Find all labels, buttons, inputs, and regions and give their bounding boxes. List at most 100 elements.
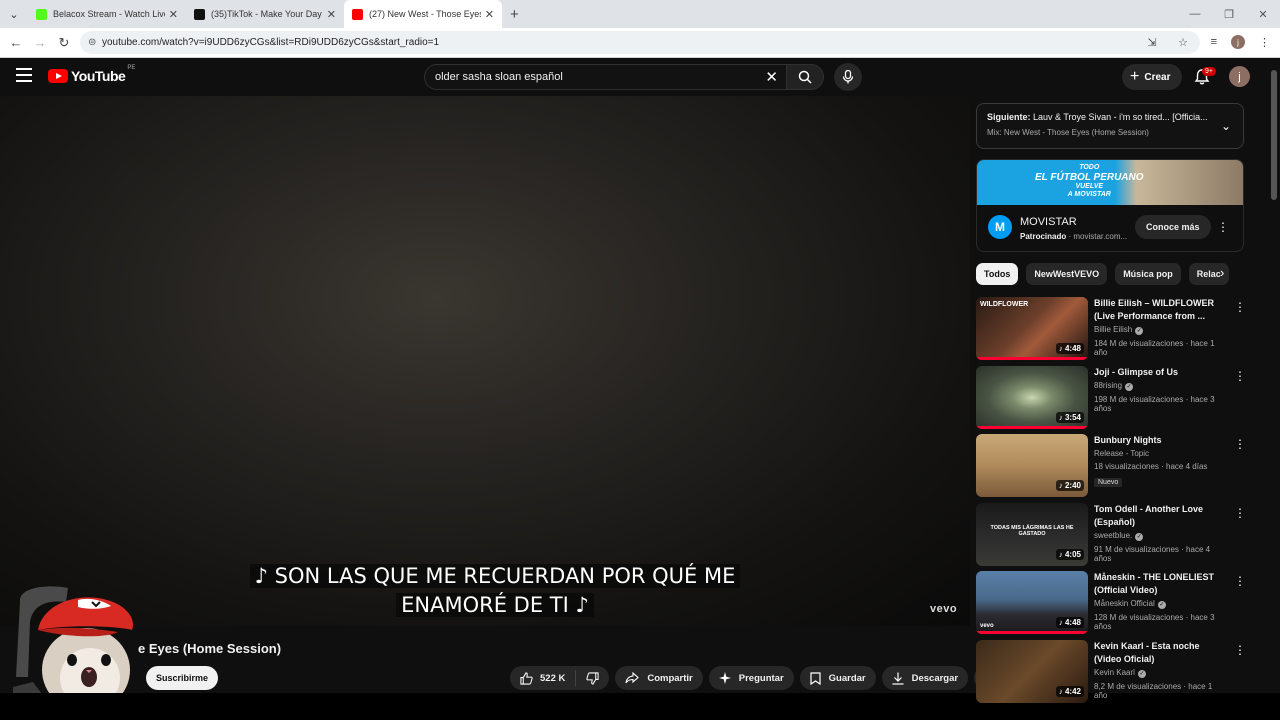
url-field[interactable]: ⊜ youtube.com/watch?v=i9UDD6zyCGs&list=R… <box>80 31 1200 54</box>
subscribe-button[interactable]: Suscribirme <box>146 666 218 690</box>
view-stats: 184 M de visualizaciones · hace 1 año <box>1094 339 1215 357</box>
item-more-icon[interactable]: ⋮ <box>1234 369 1246 383</box>
tab-search-icon[interactable]: ⌄ <box>0 0 28 28</box>
scrollbar-thumb[interactable] <box>1271 70 1277 200</box>
new-tab-icon[interactable]: + <box>510 6 519 23</box>
item-more-icon[interactable]: ⋮ <box>1234 506 1246 520</box>
video-thumbnail[interactable]: TODAS MIS LÁGRIMAS LAS HE GASTADO ♪ 4:05 <box>976 502 1088 566</box>
download-icon <box>892 672 904 685</box>
video-thumbnail[interactable]: ♪ 4:42 <box>976 639 1088 703</box>
site-info-icon[interactable]: ⊜ <box>88 37 102 48</box>
close-tab-icon[interactable]: ✕ <box>327 8 336 21</box>
list-item[interactable]: ♪ 3:54 Joji - Glimpse of Us 88rising ✓ 19… <box>976 365 1246 434</box>
item-more-icon[interactable]: ⋮ <box>1234 437 1246 451</box>
video-meta: Joji - Glimpse of Us 88rising ✓ 198 M de … <box>1094 366 1226 413</box>
minimize-icon[interactable]: — <box>1178 8 1212 20</box>
video-thumbnail[interactable]: ♪ 3:54 <box>976 365 1088 429</box>
like-button[interactable]: 522 K <box>510 670 577 686</box>
menu-icon[interactable] <box>16 68 32 82</box>
youtube-header: YouTube PE older sasha sloan español ✕ +… <box>0 58 1280 96</box>
share-button[interactable]: Compartir <box>615 666 703 690</box>
video-title[interactable]: Kevin Kaarl - Esta noche (Video Oficial) <box>1094 640 1226 666</box>
video-title[interactable]: Bunbury Nights <box>1094 434 1226 447</box>
duration-badge: ♪ 3:54 <box>1055 411 1084 423</box>
voice-search-button[interactable] <box>834 63 862 91</box>
browser-profile-avatar[interactable]: j <box>1231 35 1245 49</box>
youtube-logo[interactable]: YouTube PE <box>48 65 135 84</box>
video-thumbnail[interactable]: WILDFLOWER ♪ 4:48 <box>976 297 1088 360</box>
close-window-icon[interactable]: ✕ <box>1246 8 1280 21</box>
media-queue-icon[interactable]: ≡ <box>1211 36 1217 48</box>
forward-icon[interactable]: → <box>28 35 52 50</box>
ask-label: Preguntar <box>738 672 784 684</box>
browser-tab-kick[interactable]: Belacox Stream - Watch Live on ✕ <box>28 0 186 28</box>
download-button[interactable]: Descargar <box>881 666 969 690</box>
item-more-icon[interactable]: ⋮ <box>1234 574 1246 588</box>
item-more-icon[interactable]: ⋮ <box>1234 300 1246 314</box>
video-meta: Bunbury Nights Release - Topic 18 visual… <box>1094 434 1226 489</box>
ad-more-icon[interactable]: ⋮ <box>1217 220 1229 234</box>
thumbnail-overlay-text: TODAS MIS LÁGRIMAS LAS HE GASTADO <box>990 524 1074 537</box>
list-item[interactable]: vevo ♪ 4:48 Måneskin - THE LONELIEST (Of… <box>976 570 1246 639</box>
list-item[interactable]: ♪ 2:40 Bunbury Nights Release - Topic 18… <box>976 433 1246 502</box>
clear-search-icon[interactable]: ✕ <box>765 68 778 86</box>
list-item[interactable]: ♪ 4:42 Kevin Kaarl - Esta noche (Video O… <box>976 639 1246 708</box>
duration-text: 2:40 <box>1064 481 1081 490</box>
verified-icon: ✓ <box>1125 382 1134 391</box>
account-avatar[interactable]: j <box>1229 66 1250 87</box>
reload-icon[interactable]: ↻ <box>52 35 76 51</box>
duration-text: 4:42 <box>1064 686 1081 696</box>
browser-menu-icon[interactable]: ⋮ <box>1259 36 1270 49</box>
dislike-button[interactable] <box>576 671 609 685</box>
install-app-icon[interactable]: ⇲ <box>1147 36 1156 49</box>
save-label: Guardar <box>828 672 866 684</box>
list-item[interactable]: WILDFLOWER ♪ 4:48 Billie Eilish – WILDFL… <box>976 296 1246 365</box>
duration-badge: ♪ 4:42 <box>1055 685 1084 697</box>
duration-badge: ♪ 4:48 <box>1055 343 1084 354</box>
browser-tab-tiktok[interactable]: (35)TikTok - Make Your Day ✕ <box>186 0 344 28</box>
video-thumbnail[interactable]: vevo ♪ 4:48 <box>976 571 1088 634</box>
channel-line: sweetblue. ✓ <box>1094 531 1226 541</box>
chip-pop-music[interactable]: Música pop <box>1115 263 1181 285</box>
channel-name[interactable]: Kevin Kaarl <box>1094 668 1135 677</box>
video-title[interactable]: Billie Eilish – WILDFLOWER (Live Perform… <box>1094 297 1226 323</box>
bookmark-star-icon[interactable]: ☆ <box>1178 36 1188 49</box>
chevron-right-icon[interactable]: › <box>1220 265 1224 280</box>
sponsored-ad[interactable]: TODO EL FÚTBOL PERUANO VUELVE A MOVISTAR… <box>976 159 1244 252</box>
channel-name[interactable]: sweetblue. <box>1094 531 1132 540</box>
channel-name[interactable]: Release - Topic <box>1094 449 1149 458</box>
ad-brand: MOVISTAR <box>1020 216 1077 228</box>
page-scrollbar[interactable] <box>1270 70 1278 693</box>
video-thumbnail[interactable]: ♪ 2:40 <box>976 434 1088 497</box>
video-title[interactable]: Tom Odell - Another Love (Español) <box>1094 503 1226 529</box>
save-button[interactable]: Guardar <box>799 666 876 690</box>
channel-name[interactable]: 88rising <box>1094 381 1122 390</box>
chip-all[interactable]: Todos <box>976 263 1019 285</box>
browser-tab-youtube[interactable]: (27) New West - Those Eyes (Ho ✕ <box>344 0 502 28</box>
banner-line-1: TODO <box>1079 164 1100 171</box>
video-title[interactable]: Måneskin - THE LONELIEST (Official Video… <box>1094 571 1226 597</box>
back-icon[interactable]: ← <box>4 35 28 50</box>
like-dislike-group: 522 K <box>510 666 610 690</box>
video-player[interactable]: ♪ SON LAS QUE ME RECUERDAN POR QUÉ ME EN… <box>0 96 970 626</box>
restore-icon[interactable]: ❐ <box>1212 8 1246 21</box>
banner-line-2: EL FÚTBOL PERUANO <box>1035 172 1144 183</box>
ask-button[interactable]: Preguntar <box>708 666 794 690</box>
ad-cta-button[interactable]: Conoce más <box>1135 215 1211 239</box>
video-title[interactable]: Joji - Glimpse of Us <box>1094 366 1226 379</box>
close-tab-icon[interactable]: ✕ <box>169 8 178 21</box>
ad-banner-text: TODO EL FÚTBOL PERUANO VUELVE A MOVISTAR <box>1035 164 1144 199</box>
chevron-down-icon[interactable]: ⌄ <box>1221 119 1231 133</box>
up-next-card[interactable]: Siguiente: Lauv & Troye Sivan - i'm so t… <box>976 103 1244 149</box>
close-tab-icon[interactable]: ✕ <box>485 8 494 21</box>
chip-newwestvevo[interactable]: NewWestVEVO <box>1026 263 1108 285</box>
search-button[interactable] <box>786 64 824 90</box>
channel-name[interactable]: Billie Eilish <box>1094 325 1132 334</box>
search-input[interactable]: older sasha sloan español ✕ <box>424 64 786 90</box>
list-item[interactable]: TODAS MIS LÁGRIMAS LAS HE GASTADO ♪ 4:05… <box>976 502 1246 571</box>
tab-title: (35)TikTok - Make Your Day <box>211 9 322 19</box>
channel-name[interactable]: Måneskin Official <box>1094 599 1155 608</box>
create-button[interactable]: + Crear <box>1122 64 1183 90</box>
item-more-icon[interactable]: ⋮ <box>1234 643 1246 657</box>
ad-banner-image[interactable]: TODO EL FÚTBOL PERUANO VUELVE A MOVISTAR <box>977 160 1243 205</box>
